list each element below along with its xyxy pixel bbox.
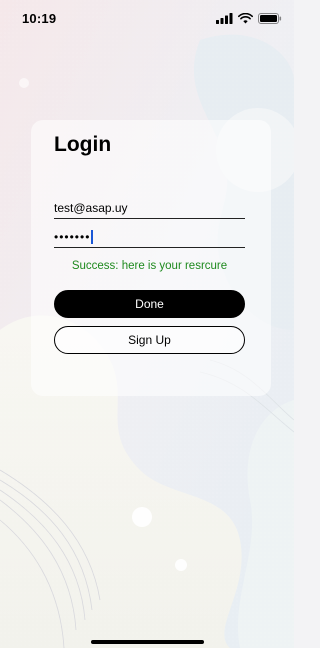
email-field[interactable]: test@asap.uy	[54, 194, 245, 219]
battery-icon	[258, 11, 282, 29]
success-message: Success: here is your resrcure	[71, 260, 228, 272]
password-field[interactable]: •••••••	[54, 223, 245, 248]
password-value: •••••••	[54, 230, 91, 244]
wifi-icon	[238, 11, 253, 29]
status-bar: 10:19	[0, 0, 294, 36]
signal-icon	[216, 11, 233, 29]
sign-up-button[interactable]: Sign Up	[54, 326, 245, 354]
status-icons	[216, 11, 282, 29]
home-indicator[interactable]	[91, 640, 204, 644]
email-value: test@asap.uy	[54, 201, 128, 215]
done-button-label: Done	[135, 297, 164, 311]
status-time: 10:19	[22, 11, 57, 26]
sign-up-button-label: Sign Up	[128, 333, 171, 347]
login-title: Login	[54, 133, 112, 156]
done-button[interactable]: Done	[54, 290, 245, 318]
login-card: Login test@asap.uy ••••••• Success: here…	[31, 120, 271, 396]
text-caret	[91, 230, 93, 244]
